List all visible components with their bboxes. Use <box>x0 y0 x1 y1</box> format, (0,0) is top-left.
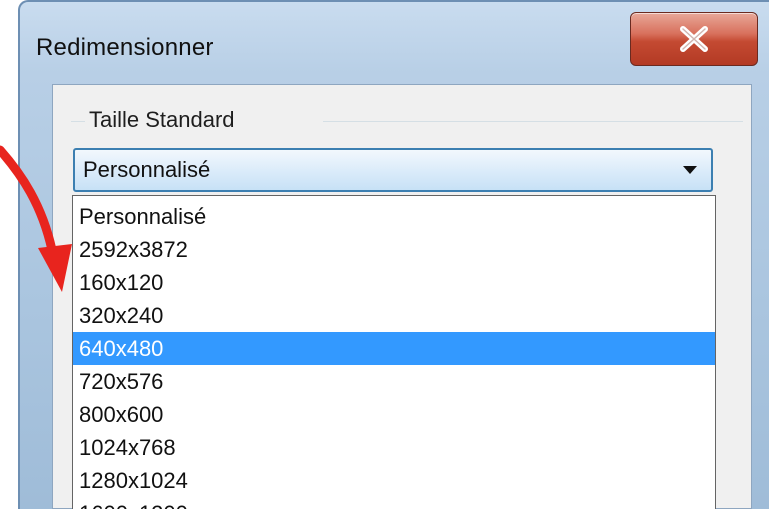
list-item[interactable]: Personnalisé <box>73 200 715 233</box>
list-item[interactable]: 720x576 <box>73 365 715 398</box>
list-item[interactable]: 1600x1200 <box>73 497 715 509</box>
size-dropdown-list[interactable]: Personnalisé 2592x3872 160x120 320x240 6… <box>72 195 716 509</box>
groupbox-border <box>323 121 743 122</box>
close-button[interactable] <box>630 12 758 66</box>
annotation-arrow-icon <box>0 145 72 292</box>
list-item[interactable]: 320x240 <box>73 299 715 332</box>
list-item[interactable]: 800x600 <box>73 398 715 431</box>
list-item[interactable]: 1024x768 <box>73 431 715 464</box>
list-item[interactable]: 2592x3872 <box>73 233 715 266</box>
standard-size-combobox[interactable]: Personnalisé <box>73 148 713 192</box>
chevron-down-icon[interactable] <box>683 166 697 174</box>
list-item[interactable]: 160x120 <box>73 266 715 299</box>
list-item-selected[interactable]: 640x480 <box>73 332 715 365</box>
close-icon <box>680 26 708 52</box>
list-item[interactable]: 1280x1024 <box>73 464 715 497</box>
